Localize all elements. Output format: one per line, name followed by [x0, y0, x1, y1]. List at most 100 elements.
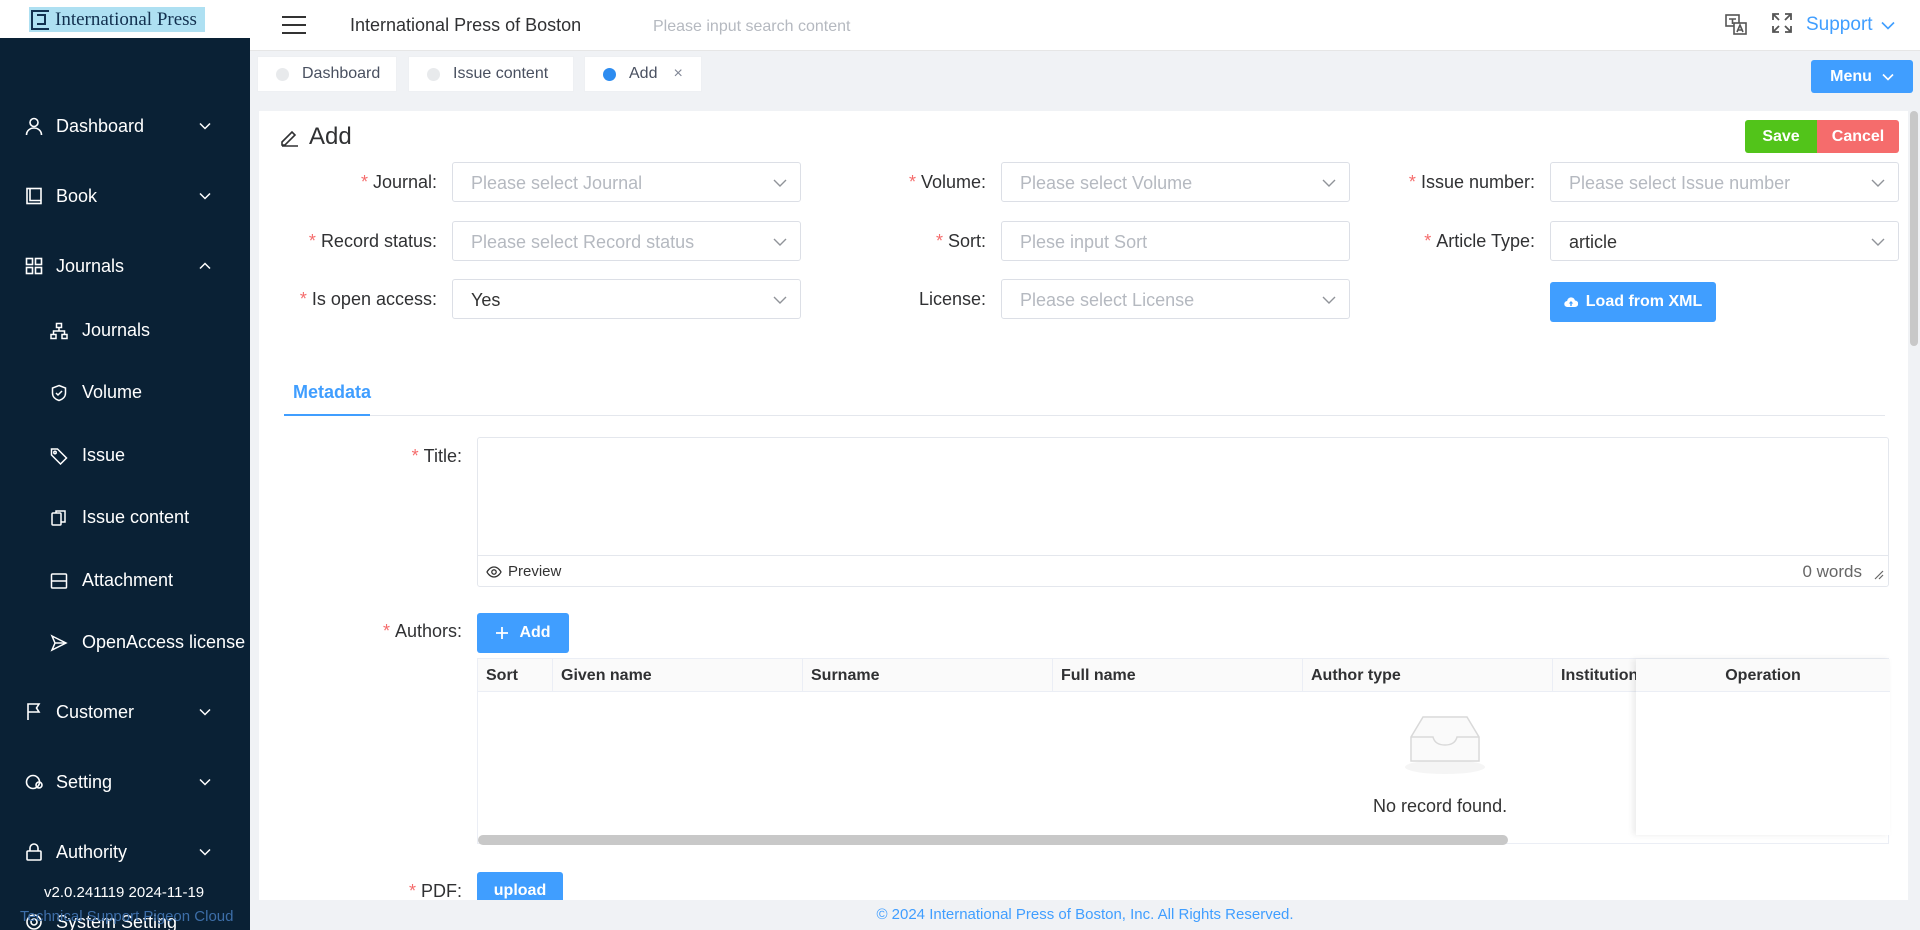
chevron-down-icon [198, 845, 212, 859]
tab-label: Issue content [453, 65, 549, 82]
empty-inbox-icon [1405, 716, 1485, 774]
volume-select[interactable]: Please select Volume [1001, 162, 1350, 202]
title-label: * Title: [411, 446, 462, 466]
journal-label: * Journal: [360, 172, 437, 192]
tab-dashboard[interactable]: Dashboard [257, 56, 397, 92]
column-header-operation[interactable]: Operation [1636, 659, 1890, 692]
add-author-button[interactable]: Add [477, 613, 569, 653]
sidebar-item-label: Journals [56, 255, 125, 276]
sidebar-subitem-openaccess-license[interactable]: OpenAccess license [0, 632, 250, 656]
grid-icon [23, 255, 45, 277]
sidebar-item-label: Setting [56, 771, 113, 792]
column-header[interactable]: Sort [478, 659, 553, 692]
edit-icon [281, 130, 298, 147]
sidebar-item-setting[interactable]: Setting [0, 770, 250, 794]
pdf-label: * PDF: [408, 881, 462, 901]
tab-metadata[interactable]: Metadata [293, 382, 371, 403]
column-header[interactable]: Given name [553, 659, 803, 692]
close-icon[interactable]: × [673, 65, 682, 83]
issue-number-placeholder: Please select Issue number [1569, 173, 1791, 193]
sort-input[interactable]: Plese input Sort [1001, 221, 1350, 261]
sort-label: * Sort: [935, 231, 986, 251]
page-title-text: Add [309, 123, 352, 150]
support-label: Support [1806, 14, 1873, 35]
chevron-down-icon [1871, 238, 1885, 246]
translate-icon[interactable] [1724, 12, 1748, 36]
vertical-scrollbar[interactable] [1910, 111, 1918, 346]
add-author-label: Add [519, 624, 551, 641]
column-header[interactable]: Full name [1053, 659, 1303, 692]
resize-handle-icon[interactable] [1874, 570, 1884, 580]
sidebar-item-customer[interactable]: Customer [0, 700, 250, 724]
sidebar-item-authority[interactable]: Authority [0, 840, 250, 864]
chevron-up-icon [198, 259, 212, 273]
sidebar-item-journals[interactable]: Journals [0, 254, 250, 278]
chevron-down-icon [1871, 179, 1885, 187]
site-title: International Press of Boston [350, 15, 582, 35]
open-access-value: Yes [471, 290, 501, 310]
empty-message: No record found. [1373, 796, 1508, 816]
open-access-select[interactable]: Yes [452, 279, 801, 319]
page-title: Add [279, 123, 352, 151]
tab-issue-content[interactable]: Issue content [408, 56, 574, 92]
shield-icon [48, 382, 70, 404]
eye-icon [486, 565, 502, 578]
menu-button[interactable]: Menu [1811, 60, 1913, 93]
article-type-select[interactable]: article [1550, 221, 1899, 261]
sidebar-subitem-journals[interactable]: Journals [0, 320, 250, 344]
chevron-down-icon [198, 775, 212, 789]
load-from-xml-button[interactable]: Load from XML [1550, 282, 1716, 322]
plus-icon [496, 627, 509, 639]
save-button[interactable]: Save [1745, 120, 1817, 153]
support-dropdown[interactable]: Support [1806, 14, 1895, 36]
license-select[interactable]: Please select License [1001, 279, 1350, 319]
cancel-button[interactable]: Cancel [1817, 120, 1899, 153]
main-panel: Add Save Cancel * Journal: Please select … [259, 111, 1908, 930]
sidebar-subitem-issue[interactable]: Issue [0, 445, 250, 469]
search-input[interactable]: Please input search content [653, 18, 850, 36]
sidebar-subitem-label: Issue content [82, 507, 190, 527]
technical-support-link[interactable]: Technical Support Pigeon Cloud [20, 908, 233, 925]
sidebar-item-dashboard[interactable]: Dashboard [0, 114, 250, 138]
logo-mark-icon [31, 9, 49, 30]
authors-table: Sort Given name Surname Full name Author… [477, 658, 1890, 845]
issue-number-label: * Issue number: [1408, 172, 1535, 192]
sidebar-subitem-issue-content[interactable]: Issue content [0, 507, 250, 531]
title-editor[interactable]: Preview 0 words [477, 437, 1889, 587]
tab-bar: Dashboard Issue content Add × Menu [250, 51, 1920, 98]
sidebar-subitem-label: OpenAccess license [82, 632, 246, 652]
flag-icon [23, 701, 45, 723]
column-header[interactable]: Author type [1303, 659, 1553, 692]
user-icon [23, 115, 45, 137]
column-header[interactable]: Surname [803, 659, 1053, 692]
tab-label: Add [629, 65, 658, 82]
sitemap-icon [48, 320, 70, 342]
chevron-down-icon [1322, 296, 1336, 304]
sidebar-subitem-attachment[interactable]: Attachment [0, 570, 250, 594]
authors-label: * Authors: [382, 621, 462, 641]
menu-button-label: Menu [1830, 67, 1872, 85]
sidebar-subitem-volume[interactable]: Volume [0, 382, 250, 406]
license-label: License: [918, 289, 986, 309]
tab-status-dot [427, 67, 440, 81]
chevron-down-icon [198, 119, 212, 133]
footer-copyright: © 2024 International Press of Boston, In… [250, 900, 1920, 930]
sidebar-item-book[interactable]: Book [0, 184, 250, 208]
logo[interactable]: International Press [29, 7, 205, 32]
chevron-down-icon [1882, 73, 1894, 81]
article-type-value: article [1569, 232, 1618, 252]
fullscreen-icon[interactable] [1771, 12, 1795, 36]
issue-number-select[interactable]: Please select Issue number [1550, 162, 1899, 202]
sort-placeholder: Plese input Sort [1020, 232, 1148, 252]
hamburger-menu-icon[interactable] [282, 16, 306, 34]
preview-button[interactable]: Preview [486, 563, 561, 580]
logo-text: International Press [55, 9, 197, 30]
journal-select[interactable]: Please select Journal [452, 162, 801, 202]
book-icon [23, 185, 45, 207]
attachment-icon [48, 570, 70, 592]
chevron-down-icon [1880, 21, 1895, 30]
tab-add[interactable]: Add × [584, 56, 702, 92]
preview-label: Preview [508, 563, 562, 580]
horizontal-scrollbar[interactable] [478, 835, 1508, 845]
record-status-select[interactable]: Please select Record status [452, 221, 801, 261]
